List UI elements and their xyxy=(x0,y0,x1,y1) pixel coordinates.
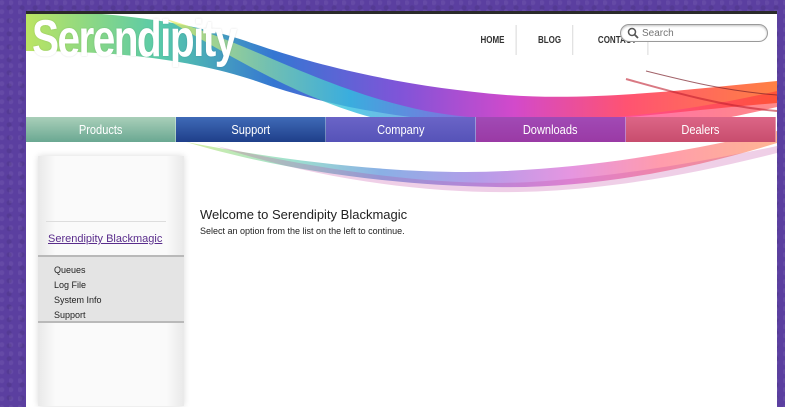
tab-products[interactable]: Products xyxy=(26,117,176,142)
nav-link-blog[interactable]: BLOG xyxy=(527,25,574,55)
main-nav: Products Support Company Downloads Deale… xyxy=(26,117,777,142)
welcome-heading: Welcome to Serendipity Blackmagic xyxy=(200,207,408,222)
site-logo[interactable]: Serendipity xyxy=(32,11,237,69)
sidebar-menu: Queues Log File System Info Support xyxy=(38,255,184,323)
sidebar-title-link[interactable]: Serendipity Blackmagic xyxy=(48,233,162,245)
tab-downloads-label: Downloads xyxy=(523,122,578,137)
tab-company[interactable]: Company xyxy=(326,117,476,142)
sidebar-item-support[interactable]: Support xyxy=(38,308,184,323)
tab-dealers-label: Dealers xyxy=(681,122,720,137)
search-input[interactable] xyxy=(640,27,760,39)
search-icon xyxy=(627,27,639,39)
sidebar-item-log-file[interactable]: Log File xyxy=(38,278,184,293)
page-frame: Serendipity HOME BLOG CONTACT Products S… xyxy=(26,11,777,407)
tab-products-label: Products xyxy=(78,122,123,137)
tab-downloads[interactable]: Downloads xyxy=(476,117,626,142)
tab-company-label: Company xyxy=(376,122,425,137)
sidebar-item-queues[interactable]: Queues xyxy=(38,263,184,278)
main-content: Welcome to Serendipity Blackmagic Select… xyxy=(200,207,407,236)
tab-dealers[interactable]: Dealers xyxy=(626,117,776,142)
sidebar-item-system-info[interactable]: System Info xyxy=(38,293,184,308)
tab-support-label: Support xyxy=(231,122,270,137)
search-box xyxy=(620,24,768,42)
nav-link-home[interactable]: HOME xyxy=(481,25,517,55)
welcome-message: Select an option from the list on the le… xyxy=(200,226,405,236)
tab-support[interactable]: Support xyxy=(176,117,326,142)
sidebar-divider xyxy=(46,221,166,222)
